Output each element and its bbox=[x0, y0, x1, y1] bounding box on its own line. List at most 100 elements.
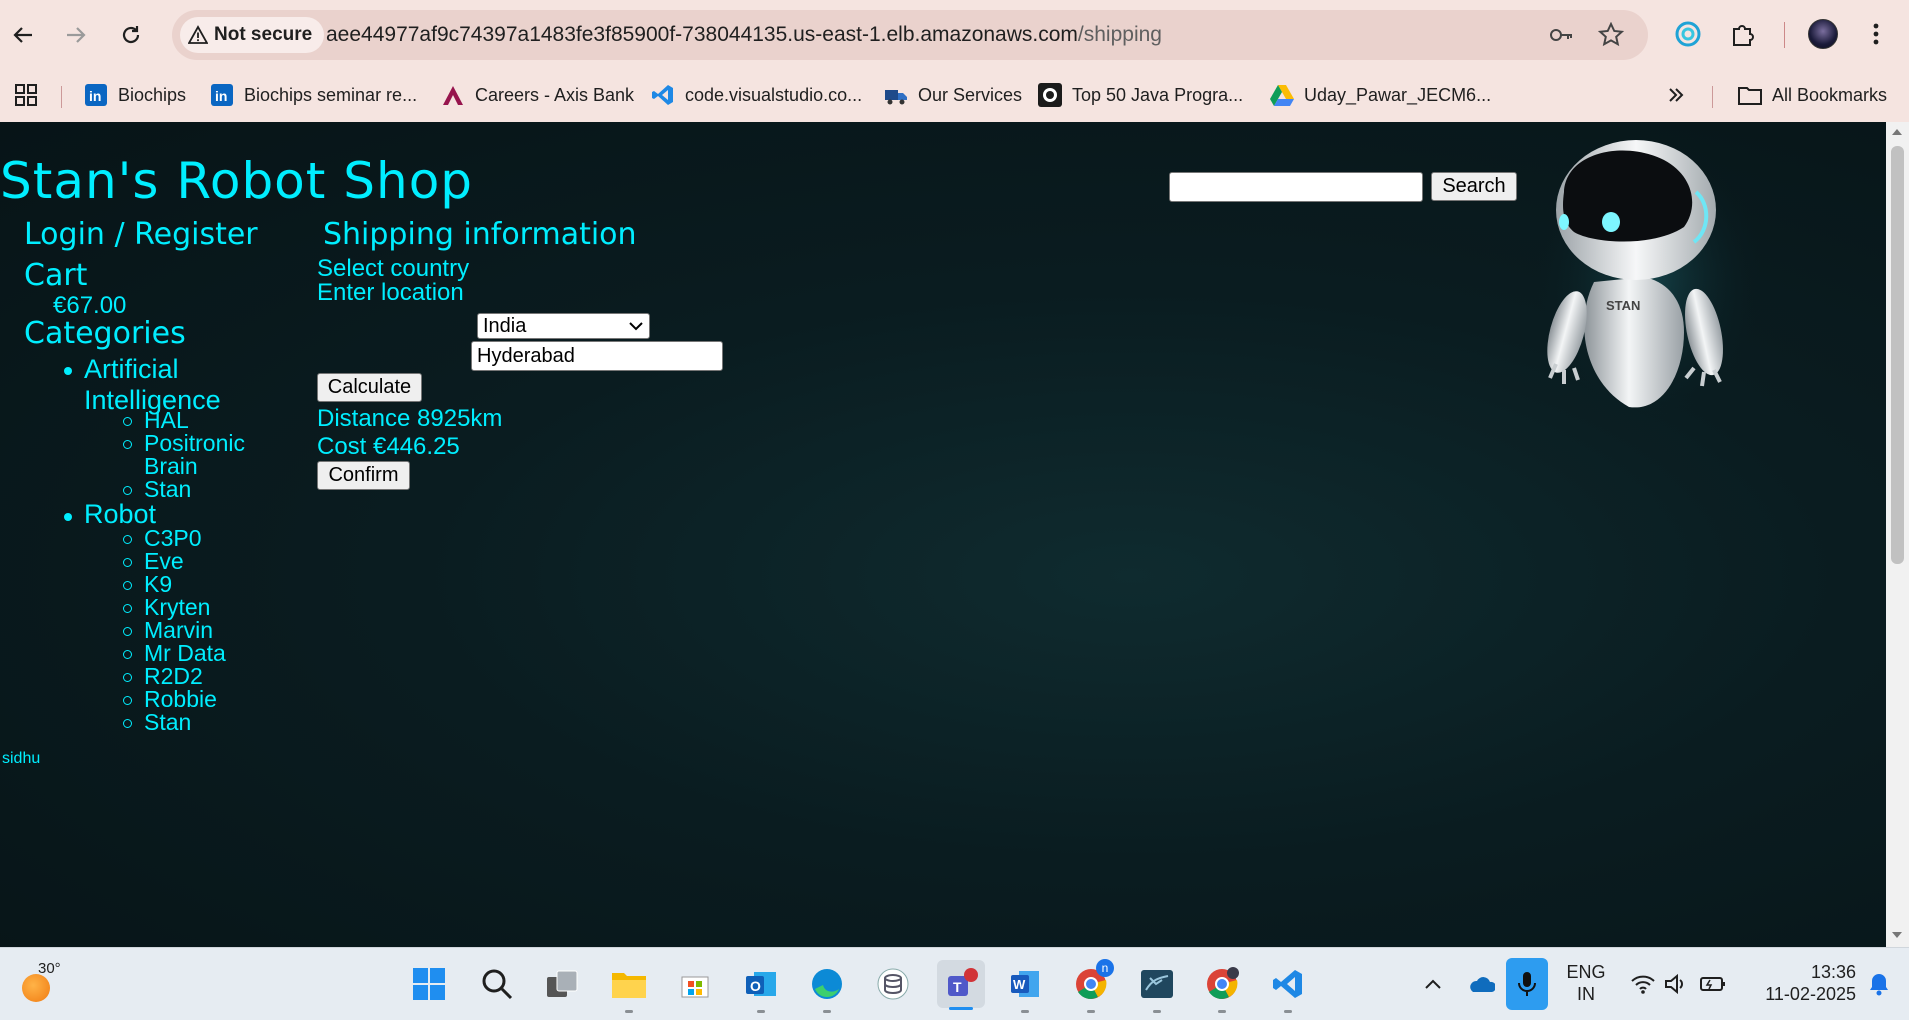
task-view-icon[interactable] bbox=[541, 963, 583, 1005]
categories-heading: Categories bbox=[24, 316, 186, 351]
edge-icon[interactable] bbox=[806, 963, 848, 1013]
svg-text:T: T bbox=[953, 979, 962, 995]
calculate-button[interactable]: Calculate bbox=[317, 373, 422, 402]
search-button[interactable]: Search bbox=[1431, 172, 1517, 201]
folder-icon bbox=[1738, 83, 1762, 107]
scroll-up-arrow-icon[interactable] bbox=[1892, 129, 1902, 135]
list-circle bbox=[123, 558, 132, 567]
list-circle bbox=[123, 604, 132, 613]
search-icon[interactable] bbox=[476, 963, 518, 1005]
list-circle bbox=[123, 719, 132, 728]
search-input[interactable] bbox=[1169, 172, 1423, 202]
language-indicator[interactable]: ENG IN bbox=[1564, 961, 1608, 1005]
running-indicator bbox=[1218, 1010, 1226, 1013]
bookmark-item[interactable]: Top 50 Java Progra... bbox=[1038, 78, 1243, 112]
bookmark-item[interactable]: in Biochips seminar re... bbox=[210, 78, 417, 112]
teams-icon[interactable]: T bbox=[937, 960, 985, 1010]
security-label: Not secure bbox=[214, 24, 313, 45]
bookmark-label: code.visualstudio.co... bbox=[685, 84, 863, 105]
file-explorer-icon[interactable] bbox=[608, 963, 650, 1013]
extensions-puzzle-icon[interactable] bbox=[1727, 18, 1759, 50]
show-hidden-icons-chevron-icon[interactable] bbox=[1412, 963, 1454, 1005]
chrome-profile-badge: n bbox=[1096, 959, 1114, 977]
more-bookmarks-chevron-icon[interactable] bbox=[1666, 78, 1686, 112]
linkedin-icon: in bbox=[84, 83, 108, 107]
mysql-workbench-icon[interactable] bbox=[1136, 963, 1178, 1013]
list-bullet bbox=[64, 513, 72, 521]
footer-username: sidhu bbox=[2, 750, 41, 767]
scroll-thumb[interactable] bbox=[1891, 146, 1904, 564]
bookmark-label: Biochips seminar re... bbox=[244, 84, 418, 105]
category-artificial-intelligence[interactable]: Artificial bbox=[84, 354, 179, 385]
notification-bell-icon[interactable] bbox=[1862, 963, 1896, 1005]
list-circle bbox=[123, 696, 132, 705]
shop-title[interactable]: Stan's Robot Shop bbox=[0, 152, 473, 210]
bookmark-label: Uday_Pawar_JECM6... bbox=[1304, 84, 1492, 105]
outlook-icon[interactable]: O bbox=[740, 963, 782, 1013]
reload-icon bbox=[122, 26, 140, 44]
svg-text:W: W bbox=[1013, 977, 1026, 992]
bookmark-label: Top 50 Java Progra... bbox=[1072, 84, 1244, 105]
password-key-icon[interactable] bbox=[1548, 22, 1574, 48]
cart-link[interactable]: Cart bbox=[24, 258, 87, 293]
kebab-menu-icon[interactable] bbox=[1860, 18, 1892, 50]
bookmark-label: Biochips bbox=[118, 84, 187, 105]
bookmarks-divider bbox=[61, 86, 62, 108]
volume-icon[interactable] bbox=[1655, 963, 1697, 1005]
location-input[interactable]: Hyderabad bbox=[471, 341, 723, 371]
database-app-icon[interactable] bbox=[872, 963, 914, 1005]
running-indicator bbox=[757, 1010, 765, 1013]
url-text[interactable]: aee44977af9c74397a1483fe3f85900f-7380441… bbox=[326, 23, 1162, 47]
windows-taskbar: 30° O T W n ENG IN 13:36 11-02-2025 bbox=[0, 947, 1909, 1020]
reload-button[interactable] bbox=[114, 18, 148, 52]
start-windows-icon[interactable] bbox=[408, 963, 450, 1005]
bookmark-star-icon[interactable] bbox=[1597, 21, 1625, 48]
confirm-button[interactable]: Confirm bbox=[317, 461, 410, 490]
site-info-chip[interactable]: Not secure bbox=[180, 17, 325, 53]
bookmark-item[interactable]: Our Services bbox=[884, 78, 1022, 112]
word-icon[interactable]: W bbox=[1004, 963, 1046, 1013]
extension-icon[interactable] bbox=[1672, 18, 1704, 50]
all-bookmarks-button[interactable]: All Bookmarks bbox=[1738, 78, 1887, 112]
weather-widget[interactable]: 30° bbox=[18, 960, 61, 1004]
vscode-icon[interactable] bbox=[1267, 963, 1309, 1013]
page-scrollbar[interactable] bbox=[1886, 122, 1909, 947]
list-circle bbox=[123, 627, 132, 636]
bookmark-item[interactable]: Careers - Axis Bank bbox=[441, 78, 634, 112]
chrome-profile-icon[interactable] bbox=[1201, 963, 1243, 1013]
microsoft-store-icon[interactable] bbox=[674, 963, 716, 1005]
robot-chest-label: STAN bbox=[1606, 298, 1640, 313]
login-register-link[interactable]: Login / Register bbox=[24, 217, 258, 252]
svg-text:O: O bbox=[750, 978, 761, 994]
onedrive-icon[interactable] bbox=[1460, 963, 1502, 1005]
web-page: Stan's Robot Shop Search STAN Login / Re… bbox=[0, 122, 1886, 947]
profile-avatar[interactable] bbox=[1807, 18, 1839, 50]
list-circle bbox=[123, 535, 132, 544]
system-clock[interactable]: 13:36 11-02-2025 bbox=[1746, 961, 1856, 1005]
forward-button[interactable] bbox=[59, 18, 93, 52]
chevron-down-icon bbox=[629, 322, 643, 331]
address-bar[interactable]: Not secure aee44977af9c74397a1483fe3f859… bbox=[172, 10, 1648, 60]
svg-text:in: in bbox=[89, 88, 101, 104]
sun-icon bbox=[22, 974, 50, 1002]
bookmark-item[interactable]: Uday_Pawar_JECM6... bbox=[1270, 78, 1491, 112]
bookmarks-divider bbox=[1712, 86, 1713, 108]
shipping-heading: Shipping information bbox=[323, 217, 637, 252]
forward-arrow-icon bbox=[67, 27, 86, 43]
microphone-icon[interactable] bbox=[1506, 958, 1548, 1010]
google-drive-icon bbox=[1270, 83, 1294, 107]
list-circle bbox=[123, 417, 132, 426]
chrome-icon[interactable]: n bbox=[1070, 959, 1114, 1013]
product-link[interactable]: Stan bbox=[144, 709, 191, 736]
country-select[interactable]: India bbox=[477, 313, 650, 339]
bookmark-item[interactable]: code.visualstudio.co... bbox=[651, 78, 862, 112]
apps-grid-icon[interactable] bbox=[14, 78, 38, 112]
bookmark-label: Careers - Axis Bank bbox=[475, 84, 635, 105]
weather-temp: 30° bbox=[38, 960, 61, 977]
bookmark-item[interactable]: in Biochips bbox=[84, 78, 186, 112]
battery-icon[interactable] bbox=[1692, 963, 1734, 1005]
back-button[interactable] bbox=[6, 18, 40, 52]
axis-bank-icon bbox=[441, 83, 465, 107]
scroll-down-arrow-icon[interactable] bbox=[1892, 932, 1902, 938]
list-circle bbox=[123, 440, 132, 449]
